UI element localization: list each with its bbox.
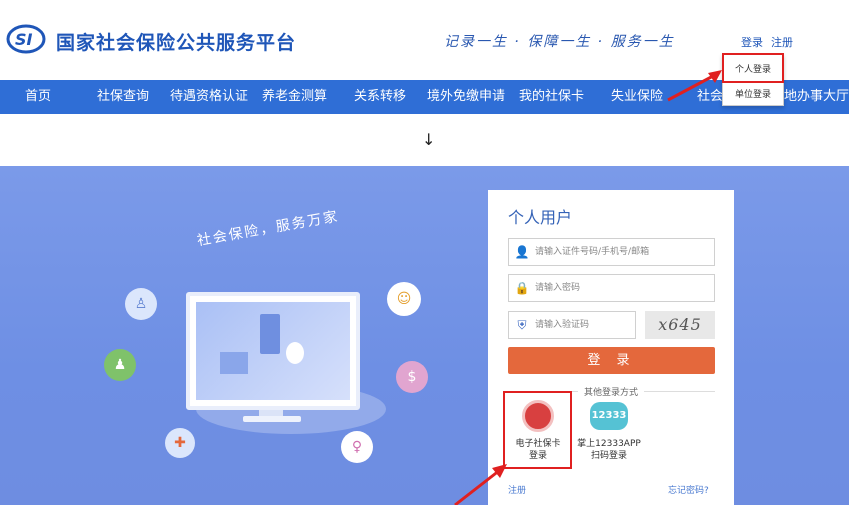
annotation-arrow-bottom [454, 464, 507, 505]
